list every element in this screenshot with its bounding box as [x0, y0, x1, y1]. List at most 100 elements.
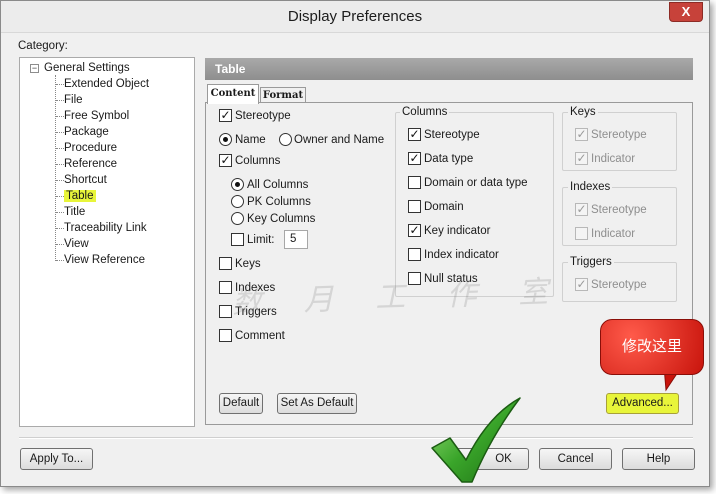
keys-stereotype-checkbox: ✓ [575, 127, 588, 141]
checkmark-icon [431, 397, 521, 483]
default-button[interactable]: Default [219, 393, 263, 414]
owner-and-name-label: Owner and Name [294, 134, 385, 146]
display-preferences-dialog: Display Preferences X Category: − Genera… [0, 0, 710, 487]
dialog-title: Display Preferences [287, 8, 423, 25]
close-button[interactable]: X [669, 2, 703, 22]
columns-label: Columns [235, 155, 281, 167]
comment-checkbox[interactable] [219, 329, 232, 342]
keys-stereotype-label: Stereotype [591, 129, 647, 141]
tree-item-view[interactable]: View [64, 237, 89, 252]
tree-item-file[interactable]: File [64, 93, 83, 108]
tree-item-shortcut[interactable]: Shortcut [64, 173, 107, 188]
collapse-icon[interactable]: − [30, 64, 39, 73]
triggers-stereotype-checkbox: ✓ [575, 277, 588, 291]
columns-stereotype-label: Stereotype [424, 129, 480, 141]
tree-item-label: File [64, 94, 83, 106]
tree-item-label: Free Symbol [64, 110, 130, 122]
triggers-stereotype-label: Stereotype [591, 279, 647, 291]
cancel-button[interactable]: Cancel [539, 448, 612, 470]
all-columns-label: All Columns [247, 179, 309, 191]
indexes-stereotype-label: Stereotype [591, 204, 647, 216]
pk-columns-label: PK Columns [247, 196, 311, 208]
columns-index-indicator-label: Index indicator [424, 249, 499, 261]
apply-to-button[interactable]: Apply To... [20, 448, 93, 470]
callout-bubble: 修改这里 [600, 319, 704, 375]
columns-checkbox[interactable]: ✓ [219, 154, 232, 167]
limit-checkbox[interactable] [231, 233, 244, 246]
triggers-group: ✓ Stereotype [562, 262, 677, 302]
tree-item-label: Title [64, 206, 86, 218]
tree-connector [56, 212, 64, 213]
columns-stereotype-checkbox[interactable]: ✓ [408, 128, 421, 141]
keys-label: Keys [235, 258, 261, 270]
tree-connector [56, 244, 64, 245]
tree-item-label: Table [64, 190, 96, 202]
columns-data-type-checkbox[interactable]: ✓ [408, 152, 421, 165]
tree-connector [56, 260, 64, 261]
tree-item-free-symbol[interactable]: Free Symbol [64, 109, 129, 124]
name-radio[interactable] [219, 133, 232, 146]
limit-label: Limit: [247, 234, 275, 246]
stereotype-label: Stereotype [235, 110, 291, 122]
tree-item-extended-object[interactable]: Extended Object [64, 77, 149, 92]
category-label: Category: [18, 40, 68, 52]
columns-domain-checkbox[interactable] [408, 200, 421, 213]
columns-group-title: Columns [400, 106, 450, 118]
footer-divider [19, 437, 693, 439]
tree-item-label: Reference [64, 158, 118, 170]
category-tree[interactable]: − General Settings Extended Object File Fr… [19, 57, 195, 427]
tree-connector [56, 196, 64, 197]
tree-item-traceability-link[interactable]: Traceability Link [64, 221, 147, 236]
indexes-checkbox[interactable] [219, 281, 232, 294]
columns-index-indicator-checkbox[interactable] [408, 248, 421, 261]
columns-domain-or-data-type-checkbox[interactable] [408, 176, 421, 189]
tree-item-procedure[interactable]: Procedure [64, 141, 117, 156]
stereotype-checkbox[interactable]: ✓ [219, 109, 232, 122]
all-columns-radio[interactable] [231, 178, 244, 191]
tree-item-package[interactable]: Package [64, 125, 109, 140]
triggers-checkbox[interactable] [219, 305, 232, 318]
tree-item-label: View [64, 238, 89, 250]
panel-header: Table [205, 58, 693, 80]
tree-connector [56, 164, 64, 165]
tree-connector [56, 132, 64, 133]
tab-format[interactable]: Format [260, 87, 306, 103]
tree-item-label: Procedure [64, 142, 118, 154]
indexes-indicator-checkbox [575, 227, 588, 240]
tree-item-label: Extended Object [64, 78, 150, 90]
indexes-group-title: Indexes [568, 181, 613, 193]
title-bar: Display Preferences X [1, 1, 709, 33]
limit-input[interactable]: 5 [284, 230, 308, 249]
tree-connector [56, 116, 64, 117]
help-button[interactable]: Help [622, 448, 695, 470]
tree-connector [55, 75, 56, 261]
indexes-indicator-label: Indicator [591, 228, 636, 240]
tab-content[interactable]: Content [207, 84, 259, 104]
columns-data-type-label: Data type [424, 153, 474, 165]
keys-checkbox[interactable] [219, 257, 232, 270]
tree-item-label: View Reference [64, 254, 145, 266]
keys-indicator-label: Indicator [591, 153, 636, 165]
set-as-default-button[interactable]: Set As Default [277, 393, 357, 414]
tree-item-reference[interactable]: Reference [64, 157, 117, 172]
tree-connector [56, 148, 64, 149]
name-radio-label: Name [235, 134, 266, 146]
columns-domain-or-data-type-label: Domain or data type [424, 177, 528, 189]
tree-item-general-settings[interactable]: General Settings [44, 61, 130, 76]
content-tab-body: ✓ Stereotype Name Owner and Name ✓ Colum… [205, 102, 693, 425]
tree-item-view-reference[interactable]: View Reference [64, 253, 145, 268]
tree-item-table[interactable]: Table [64, 189, 96, 204]
tree-item-label: Shortcut [64, 174, 107, 186]
comment-label: Comment [235, 330, 285, 342]
keys-group-title: Keys [568, 106, 598, 118]
pk-columns-radio[interactable] [231, 195, 244, 208]
advanced-button[interactable]: Advanced... [606, 393, 679, 414]
indexes-group: ✓ Stereotype Indicator [562, 187, 677, 246]
tree-item-title[interactable]: Title [64, 205, 85, 220]
key-columns-radio[interactable] [231, 212, 244, 225]
columns-domain-label: Domain [424, 201, 464, 213]
columns-key-indicator-checkbox[interactable]: ✓ [408, 224, 421, 237]
owner-and-name-radio[interactable] [279, 133, 292, 146]
tree-connector [56, 84, 64, 85]
tree-item-label: Package [64, 126, 109, 138]
